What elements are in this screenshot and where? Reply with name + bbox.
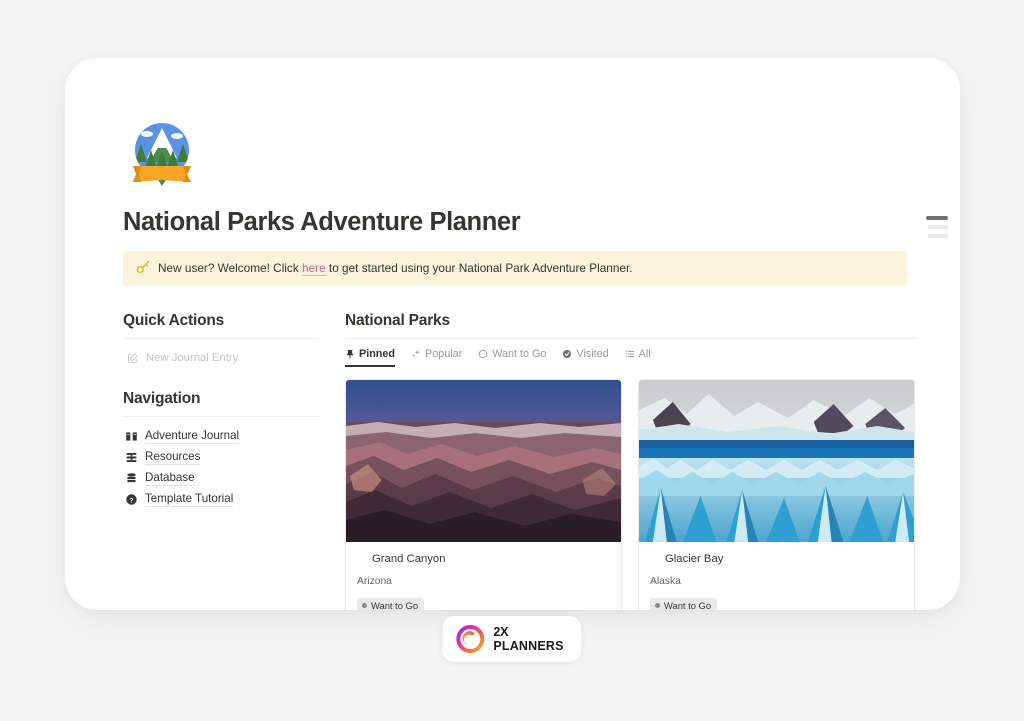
card-body: Grand Canyon Arizona Want to Go nps.gov/… — [346, 542, 621, 610]
tab-visited[interactable]: Visited — [562, 348, 609, 367]
sidebar-item-label: Template Tutorial — [145, 492, 234, 507]
circle-icon — [478, 349, 488, 359]
new-journal-entry-button[interactable]: New Journal Entry — [123, 348, 263, 368]
svg-text:?: ? — [129, 497, 133, 504]
screenshot-stage: National Parks Adventure Planner New use… — [0, 0, 1024, 721]
status-dot-icon — [655, 603, 660, 608]
national-park-badge-icon — [129, 118, 195, 190]
sparkle-icon — [411, 349, 421, 359]
tab-label: Pinned — [359, 348, 395, 360]
callout-text-after: to get started using your National Park … — [325, 261, 633, 275]
divider — [123, 416, 319, 417]
swirl-ring-logo-icon — [456, 625, 485, 653]
status-dot-icon — [362, 603, 367, 608]
pin-icon — [345, 349, 355, 359]
sidebar-item-template-tutorial[interactable]: ? Template Tutorial — [123, 489, 319, 510]
navigation-heading: Navigation — [123, 390, 201, 407]
card-subtitle: Arizona — [357, 576, 392, 587]
sidebar-item-label: Database — [145, 471, 195, 486]
welcome-callout: New user? Welcome! Click here to get sta… — [123, 251, 907, 286]
app-content: National Parks Adventure Planner New use… — [65, 58, 960, 610]
open-book-icon — [125, 430, 138, 443]
card-body: Glacier Bay Alaska Want to Go nps.gov/gl… — [639, 542, 914, 610]
sidebar-column: Quick Actions New Journal Entry Navigati… — [123, 312, 319, 610]
question-circle-icon: ? — [125, 493, 138, 506]
park-card-glacier-bay[interactable]: Glacier Bay Alaska Want to Go nps.gov/gl… — [638, 379, 915, 610]
tab-pinned[interactable]: Pinned — [345, 348, 395, 367]
brand-badge: 2X PLANNERS — [442, 616, 582, 662]
library-icon — [125, 451, 138, 464]
parks-gallery: Grand Canyon Arizona Want to Go nps.gov/… — [345, 379, 915, 610]
tab-label: Popular — [425, 348, 463, 360]
page-title: National Parks Adventure Planner — [123, 208, 521, 236]
card-title: Grand Canyon — [372, 553, 446, 565]
park-card-grand-canyon[interactable]: Grand Canyon Arizona Want to Go nps.gov/… — [345, 379, 622, 610]
new-journal-entry-label: New Journal Entry — [146, 352, 239, 364]
card-title: Glacier Bay — [665, 553, 724, 565]
status-badge-label: Want to Go — [664, 599, 712, 611]
scroll-indicator-bar[interactable] — [928, 225, 948, 229]
sidebar-item-resources[interactable]: Resources — [123, 447, 319, 468]
tab-all[interactable]: All — [625, 348, 651, 367]
welcome-callout-text: New user? Welcome! Click here to get sta… — [158, 260, 633, 276]
brand-wordmark: 2X PLANNERS — [493, 624, 564, 653]
scroll-indicator-bar[interactable] — [928, 234, 948, 238]
brand-line-2: PLANNERS — [493, 639, 564, 653]
database-icon — [125, 472, 138, 485]
main-heading: National Parks — [345, 312, 450, 329]
card-subtitle: Alaska — [650, 576, 681, 587]
scroll-indicator-bar-active[interactable] — [926, 216, 948, 220]
app-window: National Parks Adventure Planner New use… — [65, 58, 960, 610]
status-badge-label: Want to Go — [371, 599, 419, 611]
brand-line-1: 2X — [493, 624, 509, 639]
sidebar-item-label: Adventure Journal — [145, 429, 240, 444]
sidebar-item-label: Resources — [145, 450, 201, 465]
tab-label: All — [638, 348, 651, 360]
tab-want-to-go[interactable]: Want to Go — [478, 348, 546, 367]
divider — [123, 338, 319, 339]
main-column: National Parks Pinned Popular Want to Go… — [345, 312, 915, 610]
content-columns: Quick Actions New Journal Entry Navigati… — [123, 312, 915, 610]
tab-popular[interactable]: Popular — [411, 348, 462, 367]
sidebar-item-adventure-journal[interactable]: Adventure Journal — [123, 426, 319, 447]
edit-square-icon — [127, 352, 139, 364]
sidebar-item-database[interactable]: Database — [123, 468, 319, 489]
divider — [345, 338, 915, 339]
key-icon — [136, 260, 150, 274]
callout-text-before: New user? Welcome! Click — [158, 261, 303, 275]
quick-actions-heading: Quick Actions — [123, 312, 225, 329]
view-tabs: Pinned Popular Want to Go Visited All — [345, 348, 915, 367]
grand-canyon-sunset-photo — [346, 380, 621, 542]
list-icon — [625, 349, 635, 359]
tab-label: Want to Go — [492, 348, 547, 360]
tab-label: Visited — [576, 348, 609, 360]
status-badge: Want to Go — [357, 597, 425, 611]
check-circle-icon — [562, 349, 572, 359]
callout-here-link[interactable]: here — [302, 261, 326, 276]
status-badge: Want to Go — [650, 597, 718, 611]
glacier-bay-ice-photo — [639, 380, 914, 542]
page-scroll-indicator[interactable] — [926, 216, 948, 238]
